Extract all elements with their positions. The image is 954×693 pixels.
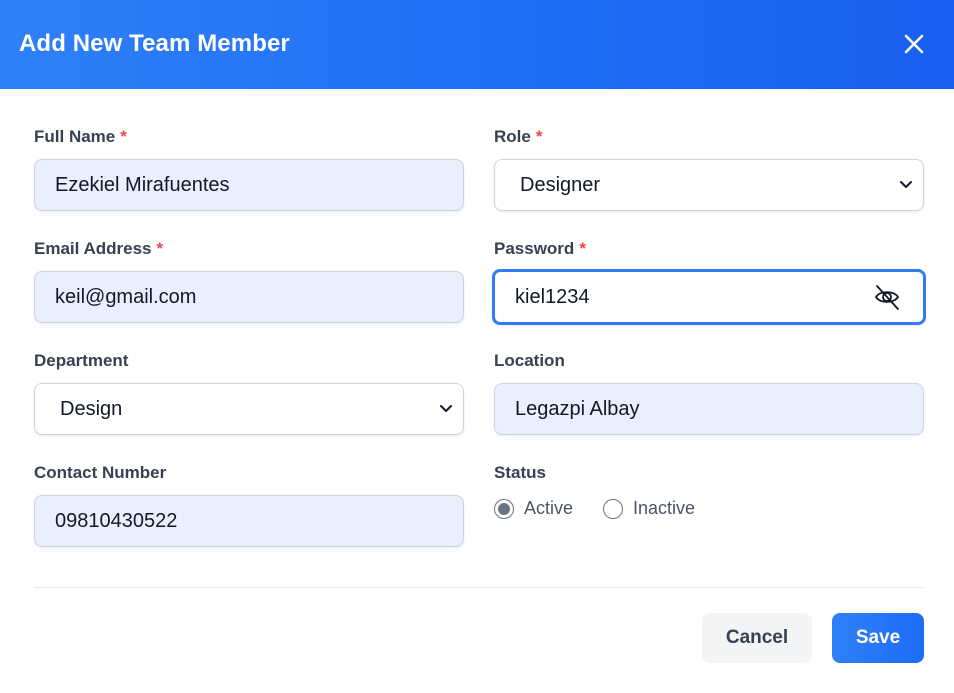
password-value: kiel1234 — [515, 285, 590, 308]
full-name-value: Ezekiel Mirafuentes — [55, 173, 230, 196]
role-select[interactable]: Designer — [494, 159, 924, 211]
password-label: Password * — [494, 239, 586, 258]
status-radio-group: Active Inactive — [494, 498, 924, 519]
status-label: Status — [494, 463, 546, 482]
required-mark: * — [120, 127, 127, 146]
password-field: Password * kiel1234 — [492, 238, 926, 325]
full-name-label: Full Name * — [34, 127, 127, 146]
status-active-radio[interactable]: Active — [494, 498, 573, 519]
radio-unchecked-icon[interactable] — [603, 498, 624, 519]
location-value: Legazpi Albay — [515, 397, 640, 420]
footer-divider — [34, 587, 923, 588]
add-team-member-dialog: Add New Team Member Full Name * Ezekiel M… — [0, 0, 954, 693]
role-field: Role * Designer — [494, 126, 924, 211]
role-value: Designer — [520, 173, 601, 196]
status-inactive-label: Inactive — [633, 498, 696, 518]
required-mark: * — [156, 239, 164, 258]
full-name-field: Full Name * Ezekiel Mirafuentes — [34, 126, 464, 211]
cancel-button[interactable]: Cancel — [702, 613, 812, 663]
dialog-title: Add New Team Member — [19, 30, 290, 57]
status-inactive-radio[interactable]: Inactive — [603, 498, 695, 519]
full-name-input[interactable]: Ezekiel Mirafuentes — [34, 159, 464, 211]
status-active-label: Active — [524, 498, 574, 518]
password-visibility-toggle[interactable] — [873, 283, 901, 311]
location-field: Location Legazpi Albay — [494, 350, 924, 435]
close-button[interactable] — [898, 28, 930, 60]
location-input[interactable]: Legazpi Albay — [494, 383, 924, 435]
department-field: Department Design — [34, 350, 464, 435]
contact-number-value: 09810430522 — [55, 509, 178, 532]
save-button[interactable]: Save — [832, 613, 924, 663]
required-mark: * — [579, 239, 586, 258]
radio-checked-icon[interactable] — [494, 498, 514, 519]
department-label: Department — [34, 351, 129, 370]
chevron-down-icon — [440, 405, 452, 412]
email-input[interactable]: keil@gmail.com — [34, 271, 464, 323]
status-field: Status Active Inactive — [494, 462, 924, 519]
password-input[interactable]: kiel1234 — [492, 269, 926, 325]
location-label: Location — [494, 351, 565, 370]
contact-number-input[interactable]: 09810430522 — [34, 495, 464, 547]
chevron-down-icon — [900, 181, 912, 188]
role-label: Role * — [494, 127, 543, 146]
close-icon — [904, 34, 924, 54]
eye-off-icon — [874, 285, 900, 310]
contact-number-label: Contact Number — [34, 463, 167, 482]
required-mark: * — [535, 127, 543, 146]
dialog-header: Add New Team Member — [0, 0, 954, 89]
email-label: Email Address * — [34, 239, 164, 258]
department-select[interactable]: Design — [34, 383, 464, 435]
email-field: Email Address * keil@gmail.com — [34, 238, 464, 323]
contact-number-field: Contact Number 09810430522 — [34, 462, 464, 547]
department-value: Design — [60, 397, 123, 420]
email-value: keil@gmail.com — [55, 285, 197, 308]
